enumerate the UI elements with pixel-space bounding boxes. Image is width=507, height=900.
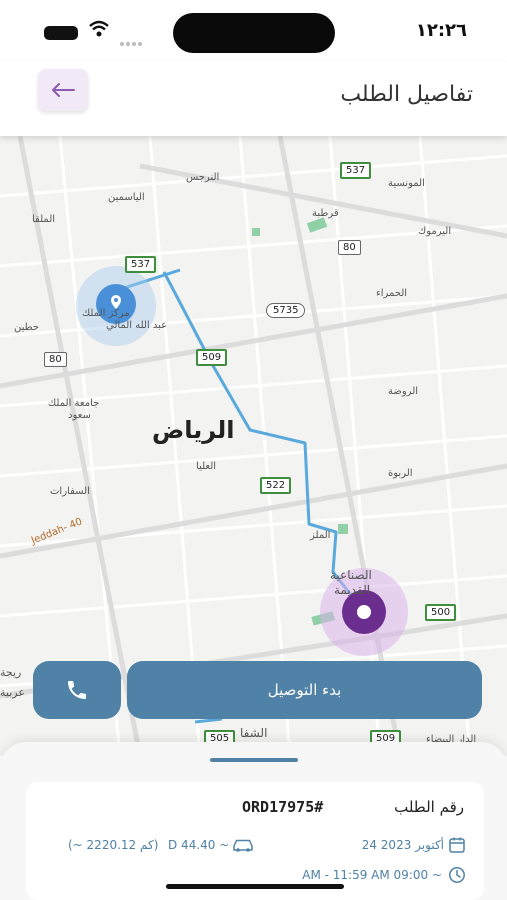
place-label: حطين [14,322,40,333]
status-bar: ١٢:٢٦ [0,0,507,62]
dynamic-island [173,13,335,53]
place-label: القديمة [334,583,371,597]
sheet-handle[interactable] [210,758,298,762]
order-card: رقم الطلب ORD17975# 24 أكتوبر 2023 D 44.… [26,782,484,900]
road-shield: 5735 [266,303,306,318]
start-delivery-button[interactable]: بدء التوصيل [127,661,482,719]
phone-icon [68,681,86,699]
order-time-range: AM - 11:59 AM 09:00 ~ [302,868,442,882]
place-label: جامعة الملك [48,398,100,409]
arrow-left-icon [52,83,75,97]
place-label: السفارات [50,486,90,497]
signal-icon [120,31,146,46]
road-shield: 522 [260,477,292,494]
road-shield: 500 [425,604,457,621]
home-indicator [166,884,344,889]
road-shield: 509 [196,349,228,366]
page-title: تفاصيل الطلب [340,82,473,107]
place-label: عربية [0,686,25,699]
place-label: الملقا [32,214,56,225]
clock-icon [449,867,465,883]
road-shield: 80 [44,352,67,367]
call-button[interactable] [33,661,121,719]
place-label: الصناعية [330,568,372,582]
header: تفاصيل الطلب [0,62,507,136]
car-icon [233,839,253,852]
back-button[interactable] [38,69,88,111]
place-label: الحمراء [376,288,408,299]
road-shield: 80 [338,240,361,255]
status-time: ١٢:٢٦ [415,20,467,41]
place-label: الروضة [388,386,419,397]
place-label: الربوة [388,468,413,479]
place-label: الياسمين [108,192,145,203]
calendar-icon [449,837,465,853]
wifi-icon [89,20,109,37]
order-date: 24 أكتوبر 2023 [361,838,444,852]
place-label: اليرموك [418,226,452,237]
city-label: الرياض [152,416,235,444]
place-label: قرطبة [312,208,339,219]
place-label: سعود [68,410,91,421]
place-label: العليا [196,461,217,472]
order-number-label: رقم الطلب [394,798,464,816]
road-shield: 537 [125,256,157,273]
order-number: ORD17975# [242,798,324,816]
road-shield: 537 [340,162,372,179]
order-sheet: رقم الطلب ORD17975# 24 أكتوبر 2023 D 44.… [0,742,507,900]
order-price: D 44.40 ~ [168,838,230,852]
place-label: الشفا [240,726,268,740]
battery-icon [44,26,78,40]
place-label: الملز [310,530,331,541]
place-label: المونسية [388,178,425,189]
place-label: النرجس [186,172,220,183]
place-label: ريجة [0,666,22,679]
order-distance: (~ 2220.12 كم) [68,838,159,852]
place-label: عبد الله المالي [106,320,168,331]
place-label: مركز الملك [82,308,130,319]
